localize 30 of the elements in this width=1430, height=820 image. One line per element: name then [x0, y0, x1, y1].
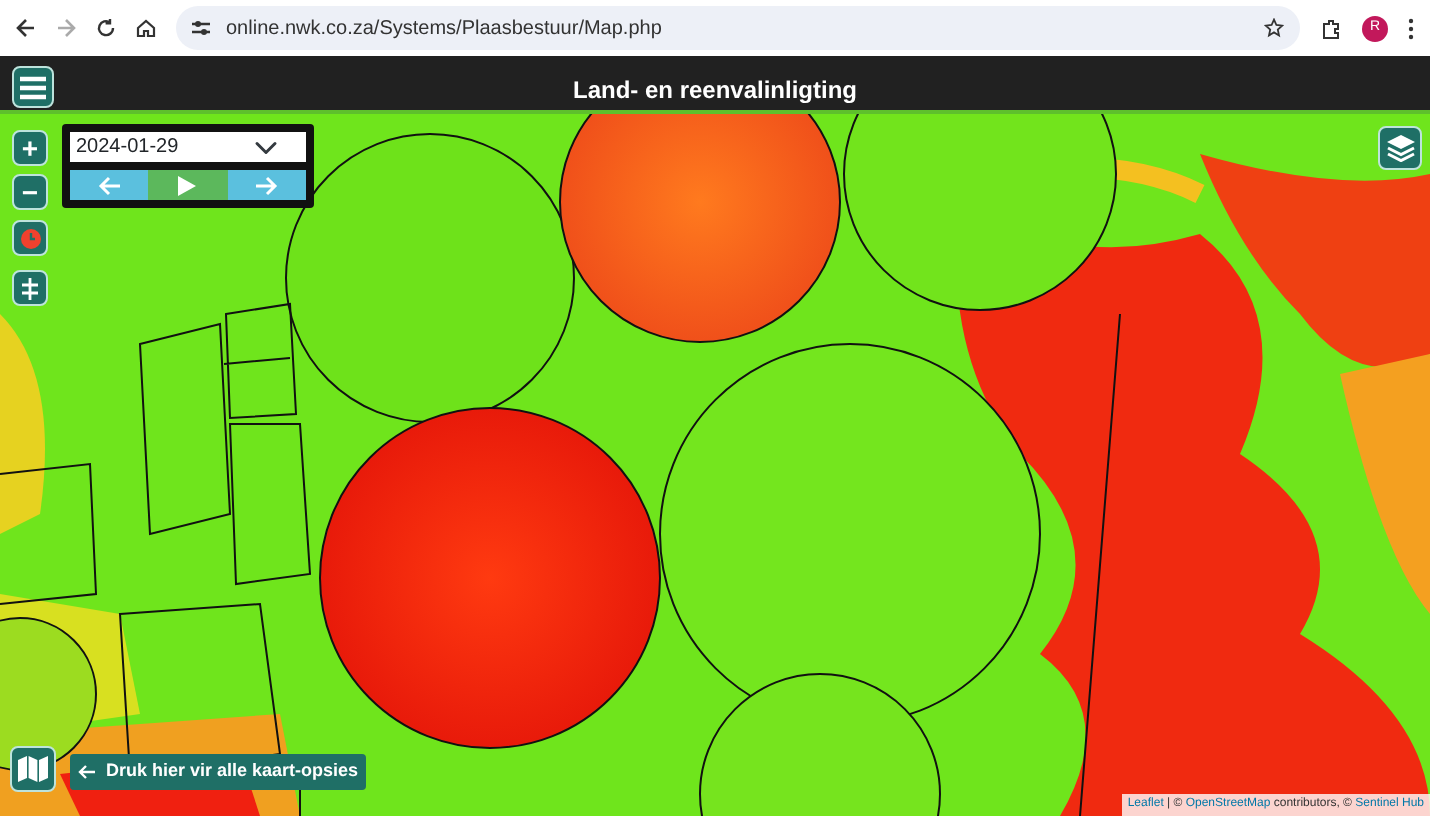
menu-button[interactable]: [12, 66, 54, 108]
menu-icon: [20, 75, 46, 99]
split-icon: [20, 277, 40, 299]
page-title: Land- en reenvalinligting: [572, 76, 857, 104]
left-arrow-icon: [78, 763, 96, 780]
right-arrow-icon: [254, 175, 279, 195]
site-settings-icon[interactable]: [192, 20, 210, 36]
left-arrow-icon: [97, 175, 122, 195]
layers-button[interactable]: [1378, 126, 1422, 170]
map-options-hint[interactable]: Druk hier vir alle kaart-opsies: [70, 754, 367, 789]
zoom-in-button[interactable]: +: [12, 130, 48, 166]
home-icon[interactable]: [136, 18, 156, 38]
hint-text: Druk hier vir alle kaart-opsies: [106, 758, 359, 784]
layer-split-button[interactable]: [12, 270, 48, 306]
address-bar[interactable]: online.nwk.co.za/Systems/Plaasbestuur/Map.php: [176, 6, 1300, 50]
back-icon[interactable]: [16, 18, 36, 38]
zoom-out-button[interactable]: −: [12, 174, 48, 210]
reload-icon[interactable]: [96, 18, 116, 38]
extensions-icon[interactable]: [1320, 17, 1342, 39]
map-options-button[interactable]: [10, 746, 56, 792]
clock-icon: [19, 227, 41, 249]
date-select[interactable]: 2024-01-29: [70, 132, 306, 162]
star-icon[interactable]: [1264, 18, 1284, 38]
vegetation-map-drawing[interactable]: [0, 114, 1430, 816]
url-text: online.nwk.co.za/Systems/Plaasbestuur/Map.php: [226, 15, 662, 43]
play-icon: [178, 175, 197, 195]
clock-button[interactable]: [12, 220, 48, 256]
menu-icon[interactable]: [1408, 17, 1414, 39]
map-icon: [18, 756, 48, 782]
layers-icon: [1385, 134, 1415, 162]
